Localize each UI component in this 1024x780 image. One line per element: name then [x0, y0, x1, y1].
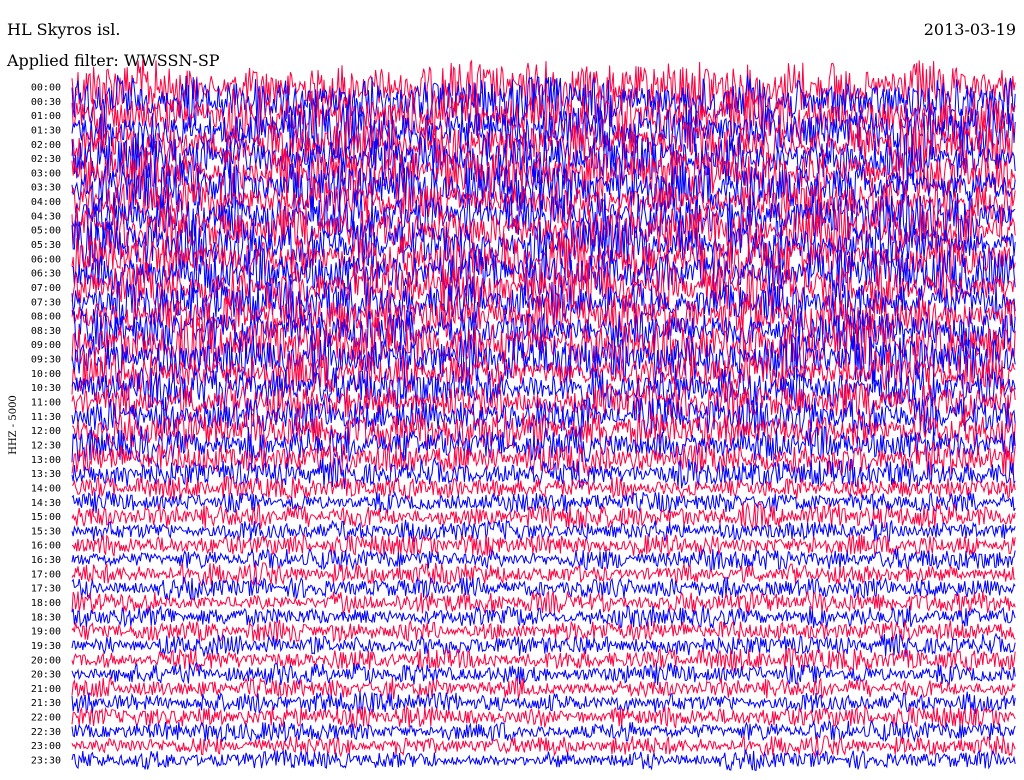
row-label-0430: 04:30 — [31, 211, 61, 222]
trace-2130 — [71, 691, 1016, 715]
row-label-1400: 14:00 — [31, 483, 61, 494]
row-label-0900: 09:00 — [31, 340, 61, 351]
row-label-2000: 20:00 — [31, 655, 61, 666]
row-label-1200: 12:00 — [31, 426, 61, 437]
row-label-2230: 22:30 — [31, 727, 61, 738]
row-label-1900: 19:00 — [31, 627, 61, 638]
trace-1330 — [71, 456, 1016, 490]
trace-1830 — [71, 604, 1016, 629]
row-label-1830: 18:30 — [31, 612, 61, 623]
trace-1600 — [71, 533, 1016, 558]
row-label-0600: 06:00 — [31, 254, 61, 265]
row-label-0630: 06:30 — [31, 269, 61, 280]
trace-1930 — [71, 632, 1016, 658]
row-label-0330: 03:30 — [31, 183, 61, 194]
row-label-2300: 23:00 — [31, 741, 61, 752]
row-label-0400: 04:00 — [31, 197, 61, 208]
trace-1400 — [71, 475, 1016, 501]
row-label-1300: 13:00 — [31, 455, 61, 466]
row-label-1630: 16:30 — [31, 555, 61, 566]
row-label-2030: 20:30 — [31, 670, 61, 681]
row-label-2200: 22:00 — [31, 713, 61, 724]
channel-label: HHZ - 5000 — [8, 395, 19, 455]
row-label-0130: 01:30 — [31, 126, 61, 137]
row-label-0700: 07:00 — [31, 283, 61, 294]
row-label-1700: 17:00 — [31, 569, 61, 580]
trace-2200 — [71, 704, 1016, 729]
row-label-0530: 05:30 — [31, 240, 61, 251]
row-label-1430: 14:30 — [31, 498, 61, 509]
trace-2000 — [71, 647, 1016, 673]
row-label-0100: 01:00 — [31, 111, 61, 122]
trace-2230 — [71, 719, 1016, 743]
row-label-1230: 12:30 — [31, 441, 61, 452]
row-label-1030: 10:30 — [31, 383, 61, 394]
row-label-1130: 11:30 — [31, 412, 61, 423]
row-label-0830: 08:30 — [31, 326, 61, 337]
row-label-0000: 00:00 — [31, 83, 61, 94]
row-label-1500: 15:00 — [31, 512, 61, 523]
row-label-2330: 23:30 — [31, 756, 61, 767]
trace-group — [71, 59, 1016, 772]
row-label-0500: 05:00 — [31, 226, 61, 237]
row-label-0200: 02:00 — [31, 140, 61, 151]
row-label-0730: 07:30 — [31, 297, 61, 308]
helicorder-plot: 00:00 00:30 01:00 01:30 02:00 02:30 03:00 03:30… — [8, 59, 1016, 772]
row-label-0030: 00:30 — [31, 97, 61, 108]
trace-2330 — [71, 748, 1016, 772]
row-label-1730: 17:30 — [31, 584, 61, 595]
row-label-1100: 11:00 — [31, 398, 61, 409]
trace-2100 — [71, 676, 1016, 700]
trace-2300 — [71, 735, 1016, 758]
row-label-1530: 15:30 — [31, 526, 61, 537]
row-label-1330: 13:30 — [31, 469, 61, 480]
row-label-group: 00:00 00:30 01:00 01:30 02:00 02:30 03:00 03:30… — [31, 83, 61, 767]
row-label-0300: 03:00 — [31, 168, 61, 179]
row-label-1930: 19:30 — [31, 641, 61, 652]
row-label-2130: 21:30 — [31, 698, 61, 709]
row-label-1800: 18:00 — [31, 598, 61, 609]
row-label-0800: 08:00 — [31, 312, 61, 323]
trace-2030 — [71, 662, 1016, 686]
row-label-1000: 10:00 — [31, 369, 61, 380]
row-label-1600: 16:00 — [31, 541, 61, 552]
row-label-2100: 21:00 — [31, 684, 61, 695]
row-label-0930: 09:30 — [31, 355, 61, 366]
row-label-0230: 02:30 — [31, 154, 61, 165]
